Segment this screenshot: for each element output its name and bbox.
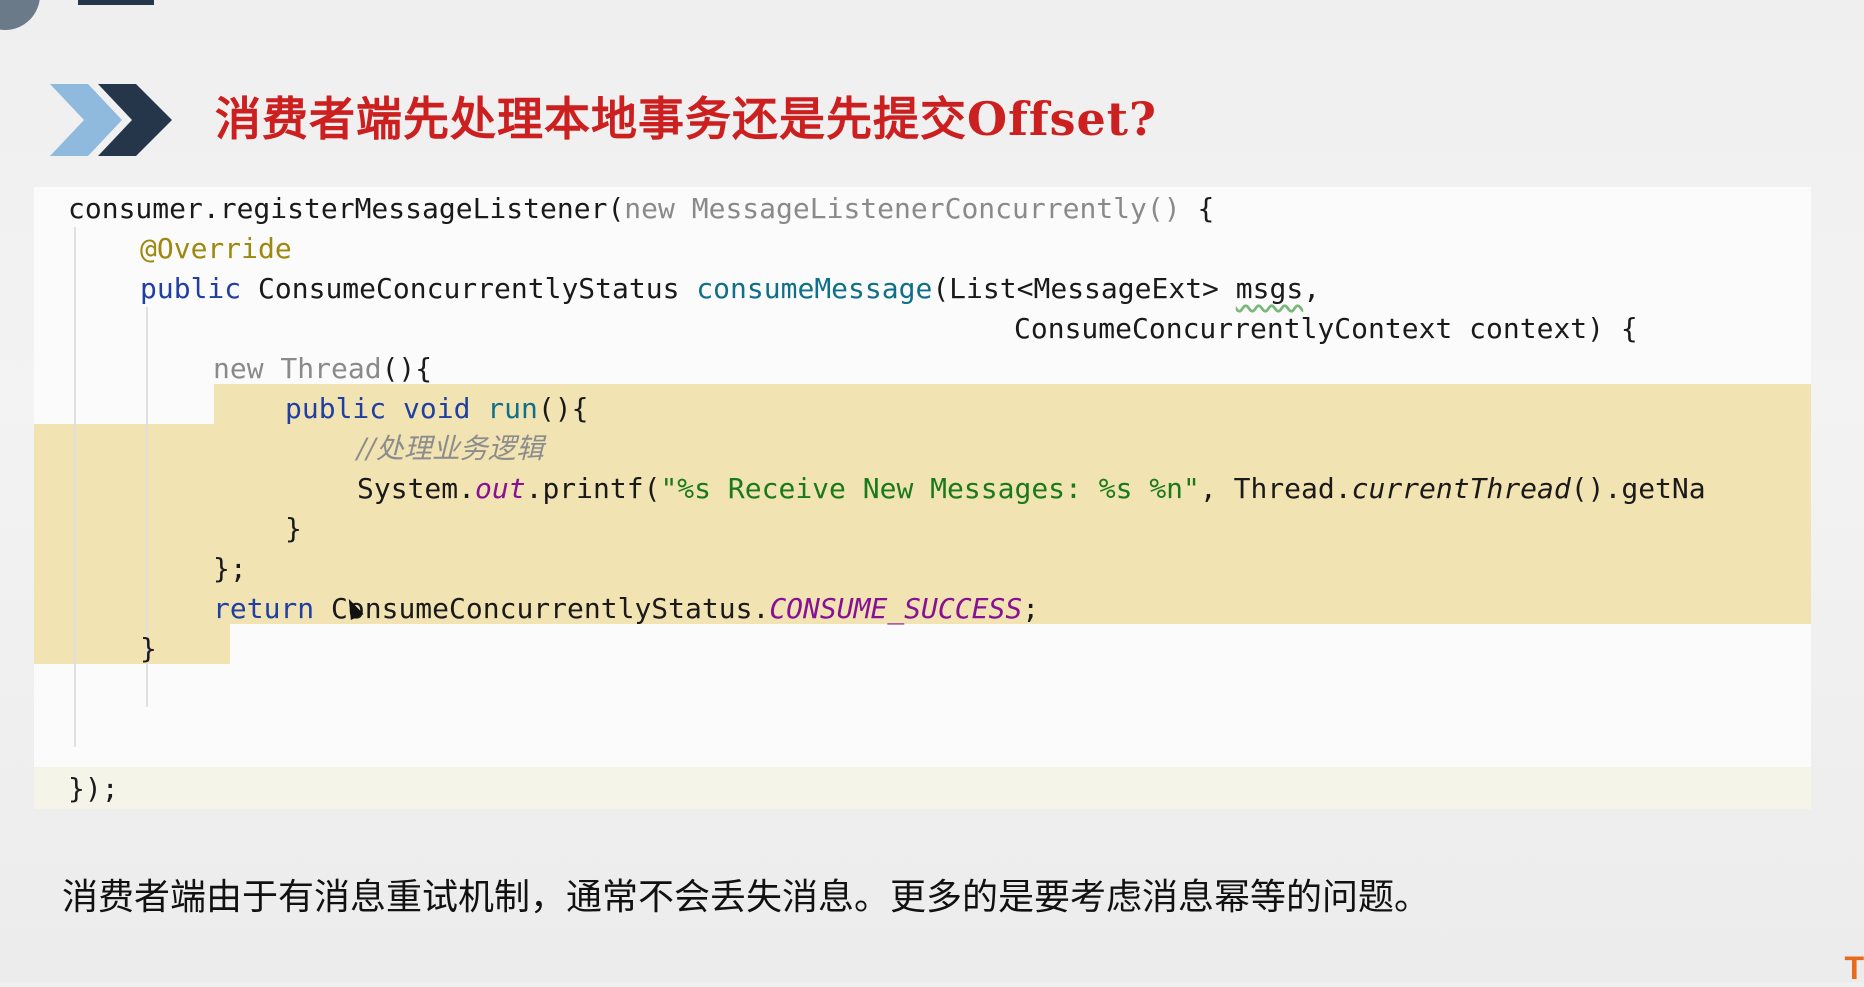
code-line: @Override	[140, 232, 292, 265]
code-line: };	[213, 552, 247, 585]
highlight-region	[34, 624, 230, 664]
code-line: System.out.printf("%s Receive New Messag…	[357, 472, 1706, 505]
code-line: ConsumeConcurrentlyContext context) {	[1014, 312, 1638, 345]
code-line: return ConsumeConcurrentlyStatus.CONSUME…	[213, 592, 1040, 625]
code-line: new Thread(){	[213, 352, 433, 385]
slide-footer-text: 消费者端由于有消息重试机制，通常不会丢失消息。更多的是要考虑消息幂等的问题。	[62, 877, 1431, 918]
code-line: }	[140, 632, 157, 665]
double-chevron-right-icon	[50, 84, 172, 156]
code-comment: //处理业务逻辑	[357, 432, 544, 465]
corner-decoration	[0, 0, 40, 30]
logo-fragment: T	[1844, 950, 1864, 986]
code-line: consumer.registerMessageListener(new Mes…	[68, 192, 1215, 225]
current-line-highlight	[34, 767, 1811, 809]
top-accent-bar	[78, 0, 154, 5]
code-line: }	[285, 512, 302, 545]
indent-guide	[74, 227, 76, 747]
code-line: public ConsumeConcurrentlyStatus consume…	[140, 272, 1321, 305]
code-line: public void run(){	[285, 392, 589, 425]
code-line: });	[68, 772, 119, 805]
slide-title: 消费者端先处理本地事务还是先提交Offset?	[215, 92, 1158, 146]
code-block: consumer.registerMessageListener(new Mes…	[34, 187, 1811, 809]
